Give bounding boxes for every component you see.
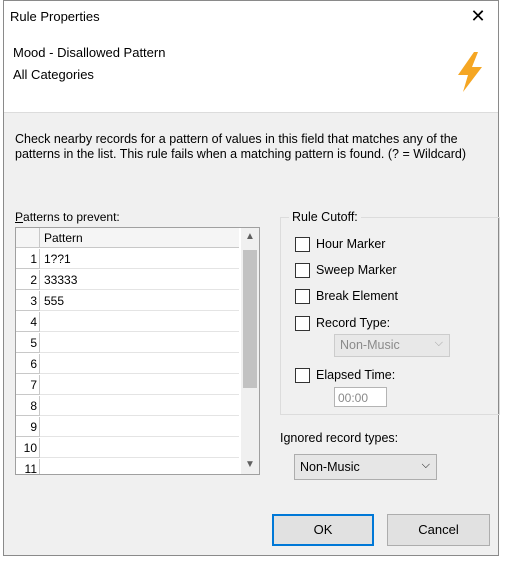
pattern-cell[interactable]: 555 [40, 291, 239, 311]
grid-header-row: Pattern [16, 228, 239, 249]
header-panel: Mood - Disallowed Pattern All Categories [4, 32, 498, 113]
ignored-record-types-label: Ignored record types: [280, 431, 399, 445]
pattern-cell[interactable] [40, 354, 239, 374]
close-icon[interactable]: ✕ [464, 3, 492, 29]
record-type-label[interactable]: Record Type: [316, 316, 390, 330]
table-row[interactable]: 4 [16, 312, 239, 333]
lightning-bolt-icon [458, 52, 482, 92]
table-row[interactable]: 9 [16, 417, 239, 438]
scroll-up-icon[interactable]: ▲ [241, 228, 259, 246]
pattern-cell[interactable] [40, 375, 239, 395]
table-row[interactable]: 1 1??1 [16, 249, 239, 270]
chevron-down-icon: ⌵ [434, 337, 443, 349]
row-number: 1 [16, 249, 40, 269]
elapsed-time-checkbox[interactable] [295, 368, 310, 383]
scrollbar-thumb[interactable] [243, 250, 257, 388]
pattern-cell[interactable] [40, 459, 239, 474]
table-row[interactable]: 7 [16, 375, 239, 396]
record-type-select[interactable]: Non-Music ⌵ [334, 334, 450, 357]
row-number: 5 [16, 333, 40, 353]
pattern-cell[interactable] [40, 417, 239, 437]
rule-category: All Categories [13, 67, 94, 82]
row-number: 2 [16, 270, 40, 290]
row-number: 11 [16, 459, 40, 474]
table-row[interactable]: 2 33333 [16, 270, 239, 291]
pattern-cell[interactable] [40, 396, 239, 416]
rule-properties-dialog: Rule Properties ✕ Mood - Disallowed Patt… [3, 0, 500, 556]
ok-button[interactable]: OK [272, 514, 374, 546]
sweep-marker-checkbox[interactable] [295, 263, 310, 278]
pattern-cell[interactable] [40, 312, 239, 332]
patterns-label: Patterns to prevent: [15, 210, 120, 224]
row-number: 6 [16, 354, 40, 374]
pattern-column-header[interactable]: Pattern [40, 228, 239, 248]
elapsed-time-input[interactable]: 00:00 [334, 387, 387, 407]
hour-marker-label[interactable]: Hour Marker [316, 237, 385, 251]
hour-marker-checkbox[interactable] [295, 237, 310, 252]
break-element-label[interactable]: Break Element [316, 289, 398, 303]
record-type-checkbox[interactable] [295, 316, 310, 331]
chevron-down-icon: ⌵ [421, 459, 430, 471]
elapsed-time-label[interactable]: Elapsed Time: [316, 368, 395, 382]
table-row[interactable]: 3 555 [16, 291, 239, 312]
rule-cutoff-label: Rule Cutoff: [289, 210, 361, 224]
grid-scrollbar[interactable]: ▲ ▼ [241, 228, 259, 474]
table-row[interactable]: 8 [16, 396, 239, 417]
sweep-marker-label[interactable]: Sweep Marker [316, 263, 397, 277]
row-number: 7 [16, 375, 40, 395]
table-row[interactable]: 6 [16, 354, 239, 375]
cancel-button[interactable]: Cancel [387, 514, 490, 546]
row-number-header [16, 228, 40, 248]
table-row[interactable]: 11 [16, 459, 239, 474]
title-bar: Rule Properties ✕ [4, 1, 498, 32]
rule-description: Check nearby records for a pattern of va… [15, 132, 467, 161]
rule-cutoff-group: Rule Cutoff: Hour Marker Sweep Marker Br… [280, 210, 500, 415]
patterns-grid[interactable]: Pattern 1 1??1 2 33333 3 555 4 5 6 7 8 9… [15, 227, 260, 475]
rule-name: Mood - Disallowed Pattern [13, 45, 166, 60]
table-row[interactable]: 5 [16, 333, 239, 354]
scroll-down-icon[interactable]: ▼ [241, 456, 259, 474]
pattern-cell[interactable] [40, 333, 239, 353]
row-number: 8 [16, 396, 40, 416]
pattern-cell[interactable]: 1??1 [40, 249, 239, 269]
record-type-value: Non-Music [340, 338, 400, 352]
row-number: 4 [16, 312, 40, 332]
break-element-checkbox[interactable] [295, 289, 310, 304]
table-row[interactable]: 10 [16, 438, 239, 459]
row-number: 3 [16, 291, 40, 311]
row-number: 9 [16, 417, 40, 437]
ignored-record-types-select[interactable]: Non-Music ⌵ [294, 454, 437, 480]
elapsed-time-value: 00:00 [338, 391, 369, 405]
window-title: Rule Properties [10, 9, 100, 24]
pattern-cell[interactable]: 33333 [40, 270, 239, 290]
row-number: 10 [16, 438, 40, 458]
ignored-record-types-value: Non-Music [300, 460, 360, 474]
pattern-cell[interactable] [40, 438, 239, 458]
